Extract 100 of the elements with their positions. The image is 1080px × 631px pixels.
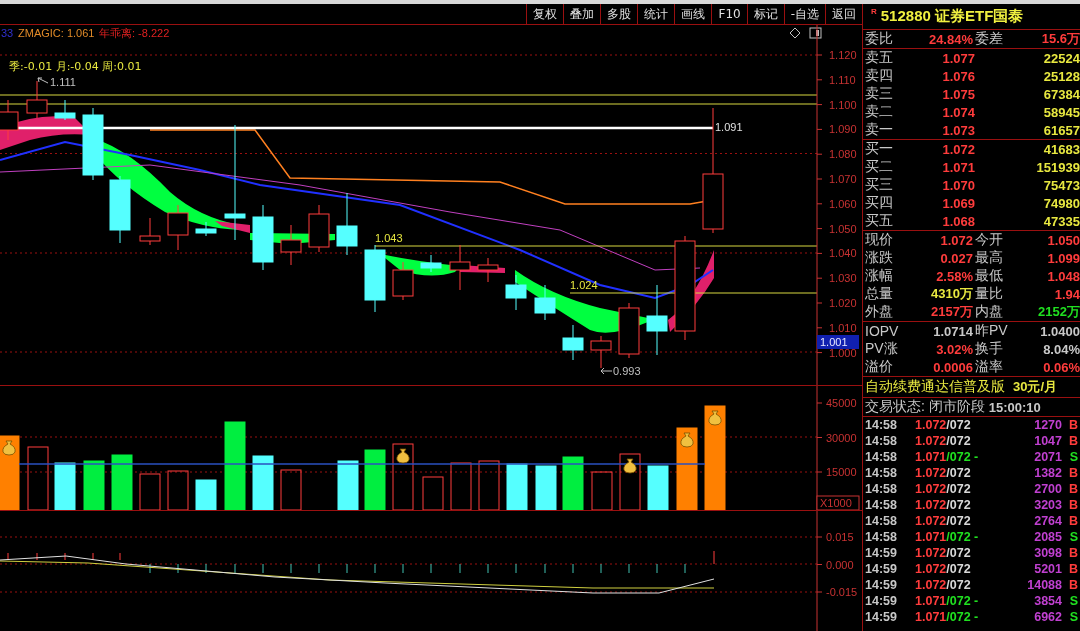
volume-bar: [252, 455, 274, 511]
histogram-tick: [290, 563, 292, 574]
histogram-tick: [346, 563, 348, 574]
volume-bar: [83, 460, 105, 511]
order-level-label: 买一: [865, 140, 894, 158]
volume-unit-label: X1000: [816, 495, 860, 511]
candlestick: [280, 224, 302, 266]
order-volume: 41683: [1042, 141, 1080, 157]
tick-price: 1.071/072 -: [915, 610, 980, 624]
ad-link[interactable]: 自动续费通达信普及版: [865, 378, 1005, 396]
histogram-tick: [7, 552, 9, 561]
candlestick: [308, 204, 330, 253]
order-price: 1.073: [941, 122, 975, 138]
settings-diamond-icon[interactable]: [789, 27, 801, 39]
quote-value: 15.6万: [1040, 30, 1080, 48]
quote-label: 总量: [865, 285, 894, 303]
candlestick: [364, 244, 386, 313]
order-volume: 22524: [1042, 50, 1080, 66]
quote-label: 昨PV: [975, 322, 1009, 340]
quote-label: 今开: [975, 231, 1004, 249]
quote-label: IOPV: [865, 323, 900, 339]
tick-side: S: [1068, 530, 1079, 544]
axis-label: 1.090: [829, 123, 857, 136]
tick-volume: 2764: [1033, 514, 1062, 528]
tick-volume: 6962: [1033, 610, 1062, 624]
status-time: 15:00:10: [988, 399, 1041, 415]
quote-label: 最高: [975, 249, 1004, 267]
histogram-tick: [713, 550, 715, 565]
tick-time: 14:58: [865, 450, 898, 464]
candlestick: [449, 244, 471, 291]
price-label: 1.024: [570, 279, 598, 291]
order-level-label: 卖一: [865, 121, 894, 139]
tick-time: 14:59: [865, 546, 898, 560]
candlestick: [252, 204, 274, 271]
axis-label: 0.015: [826, 531, 854, 543]
order-volume: 74980: [1042, 195, 1080, 211]
volume-bar: [392, 443, 414, 511]
candlestick: [195, 221, 217, 237]
volume-bar: [111, 454, 133, 511]
candlestick: [477, 257, 499, 283]
panel-toggle-icon[interactable]: [809, 27, 822, 39]
histogram-tick: [119, 552, 121, 561]
order-volume: 25128: [1042, 68, 1080, 84]
axis-label: 1.100: [829, 98, 857, 111]
axis-label: 1.000: [829, 346, 857, 359]
quote-value: 2152万: [1037, 303, 1080, 321]
trade-status: 交易状态: 闭市阶段: [865, 398, 985, 416]
histogram-tick: [36, 552, 38, 561]
money-bag-icon: [680, 432, 694, 448]
tick-side: S: [1068, 594, 1079, 608]
histogram-tick: [544, 563, 546, 574]
tick-volume: 3854: [1033, 594, 1062, 608]
order-level-label: 买三: [865, 176, 894, 194]
quote-label: 涨跌: [865, 249, 894, 267]
tick-side: B: [1067, 514, 1079, 528]
tick-side: B: [1067, 546, 1079, 560]
ad-price: 30元/月: [1013, 378, 1058, 396]
tick-price: 1.072/072: [915, 578, 972, 592]
order-level-label: 卖二: [865, 103, 894, 121]
tick-side: B: [1067, 578, 1079, 592]
quote-value: 8.04%: [1042, 341, 1080, 357]
quote-value: 1.0714: [932, 323, 973, 339]
quote-label: 量比: [975, 285, 1004, 303]
volume-bar: [619, 453, 641, 511]
candlestick: [562, 324, 584, 361]
tick-time: 14:58: [865, 514, 898, 528]
axis-label: 0.000: [826, 558, 854, 571]
quote-value: 1.94: [1053, 286, 1080, 302]
candlestick: [618, 302, 640, 359]
tick-side: B: [1067, 418, 1079, 432]
histogram-tick: [234, 563, 236, 574]
pointer-arrow-icon: [37, 77, 49, 84]
tick-side: S: [1068, 450, 1079, 464]
tick-volume: 1382: [1033, 466, 1062, 480]
axis-label: -0.015: [826, 586, 858, 598]
tick-price: 1.072/072: [915, 466, 972, 480]
volume-bar: [506, 463, 528, 511]
histogram-tick: [600, 563, 602, 574]
order-volume: 47335: [1042, 213, 1080, 229]
candlestick: [139, 217, 161, 246]
order-price: 1.077: [941, 50, 975, 66]
candlestick: [109, 175, 131, 244]
quote-value: 3.02%: [935, 341, 973, 357]
tick-volume: 2700: [1033, 482, 1062, 496]
money-bag-icon: [396, 448, 410, 464]
histogram-tick: [684, 563, 686, 574]
axis-label: 1.110: [829, 73, 856, 86]
quote-value: 24.84%: [927, 31, 973, 47]
tick-time: 14:58: [865, 530, 898, 544]
money-bag-icon: [2, 440, 16, 456]
tick-volume: 1047: [1033, 434, 1062, 448]
period-change-text: 季:-0.01 月:-0.04 周:0.01: [9, 60, 142, 73]
volume-bar: [562, 456, 584, 511]
volume-bar: [27, 446, 49, 511]
tick-volume: 5201: [1033, 562, 1062, 576]
quote-label: 委比: [865, 30, 894, 48]
tick-side: B: [1067, 466, 1079, 480]
order-volume: 58945: [1042, 104, 1080, 120]
axis-label: 1.070: [829, 173, 857, 185]
tick-time: 14:59: [865, 562, 898, 576]
